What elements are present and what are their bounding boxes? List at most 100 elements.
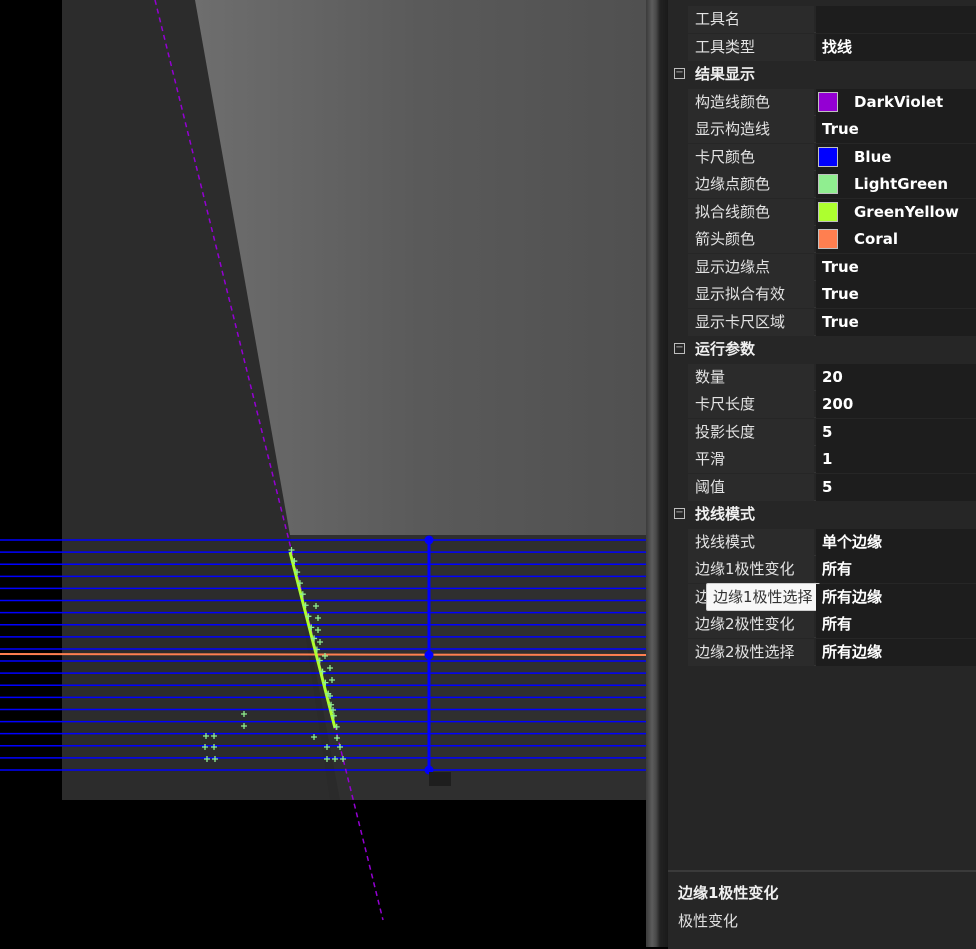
row-gutter — [668, 281, 688, 308]
category-0[interactable]: − 结果显示 — [668, 61, 976, 88]
property-row-0-8[interactable]: 显示卡尺区域 True — [668, 308, 976, 336]
property-row-0-3[interactable]: 边缘点颜色 LightGreen — [668, 171, 976, 198]
row-gutter — [668, 88, 688, 116]
splitter[interactable] — [646, 0, 668, 947]
property-row-1-2[interactable]: 投影长度 5 — [668, 418, 976, 446]
category-2[interactable]: − 找线模式 — [668, 501, 976, 528]
property-value[interactable]: True — [816, 281, 976, 308]
property-name-text: 显示拟合有效 — [695, 285, 786, 303]
row-gutter — [668, 6, 688, 33]
property-name: 显示卡尺区域 — [688, 308, 814, 336]
color-swatch — [818, 201, 838, 222]
property-row-0-5[interactable]: 箭头颜色 Coral — [668, 226, 976, 253]
property-name: 找线模式 — [688, 528, 814, 556]
property-value-text: 所有边缘 — [822, 587, 883, 606]
property-value[interactable]: True — [816, 116, 976, 143]
property-value[interactable]: 所有边缘 — [816, 583, 976, 611]
property-name: 边缘2极性选择 — [688, 638, 814, 666]
property-name-text: 拟合线颜色 — [695, 202, 771, 221]
property-row-2-3[interactable]: 边缘2极性变化 所有 — [668, 611, 976, 638]
property-row-1-4[interactable]: 阈值 5 — [668, 473, 976, 501]
row-gutter — [668, 116, 688, 143]
property-row-0-1[interactable]: 显示构造线 True — [668, 116, 976, 143]
property-row-1-0[interactable]: 数量 20 — [668, 363, 976, 391]
property-row-0-2[interactable]: 卡尺颜色 Blue — [668, 143, 976, 171]
property-value[interactable]: 所有 — [816, 611, 976, 638]
property-value[interactable]: 20 — [816, 363, 976, 391]
property-row-1-3[interactable]: 平滑 1 — [668, 446, 976, 473]
description-title: 边缘1极性变化 — [678, 884, 779, 902]
property-value[interactable]: Blue — [816, 143, 976, 171]
property-value-text: 找线 — [822, 37, 853, 56]
row-gutter — [668, 308, 688, 336]
property-value[interactable]: 5 — [816, 418, 976, 446]
property-value[interactable]: GreenYellow — [816, 198, 976, 226]
property-name: 工具名 — [688, 6, 814, 33]
property-name-text: 卡尺长度 — [695, 395, 756, 413]
property-value-text: True — [822, 257, 859, 276]
property-row-0-6[interactable]: 显示边缘点 True — [668, 253, 976, 281]
property-value[interactable]: LightGreen — [816, 171, 976, 198]
property-name-text: 阈值 — [695, 477, 726, 496]
property-row-1-1[interactable]: 卡尺长度 200 — [668, 391, 976, 418]
property-value-text: 1 — [822, 450, 833, 468]
property-value[interactable]: Coral — [816, 226, 976, 253]
property-name-text: 工具类型 — [695, 37, 756, 56]
property-value[interactable]: 所有 — [816, 556, 976, 583]
property-row-2-2[interactable]: 边缘1极性选择边缘1极性选择所有边缘 — [668, 582, 976, 611]
category-1[interactable]: − 运行参数 — [668, 336, 976, 363]
row-gutter — [668, 171, 688, 198]
property-value[interactable]: True — [816, 253, 976, 281]
image-canvas[interactable] — [0, 0, 646, 947]
property-value[interactable]: 找线 — [816, 33, 976, 61]
property-row-general-0[interactable]: 工具名 — [668, 6, 976, 33]
property-name-text: 显示边缘点 — [695, 257, 771, 276]
property-name-text: 箭头颜色 — [695, 230, 756, 248]
property-value[interactable]: 200 — [816, 391, 976, 418]
property-name: 平滑 — [688, 446, 814, 473]
property-name-text: 边缘2极性变化 — [695, 615, 795, 633]
property-value[interactable]: 单个边缘 — [816, 528, 976, 556]
property-name: 边缘点颜色 — [688, 171, 814, 198]
property-row-2-0[interactable]: 找线模式 单个边缘 — [668, 528, 976, 556]
property-name: 投影长度 — [688, 418, 814, 446]
property-value-text: True — [822, 120, 859, 138]
property-name-text: 边缘点颜色 — [695, 175, 771, 193]
description-text: 极性变化 — [678, 912, 739, 930]
collapse-toggle-icon[interactable]: − — [674, 508, 685, 519]
property-value[interactable]: 1 — [816, 446, 976, 473]
property-name: 边缘1极性选择边缘1极性选择 — [688, 582, 820, 611]
property-value[interactable]: 5 — [816, 473, 976, 501]
property-value[interactable]: DarkViolet — [816, 88, 976, 116]
row-gutter — [668, 253, 688, 281]
image-viewer[interactable] — [0, 0, 646, 947]
color-swatch — [818, 146, 838, 167]
property-name: 工具类型 — [688, 33, 814, 61]
property-value-text: GreenYellow — [854, 202, 959, 221]
property-value[interactable]: 所有边缘 — [816, 638, 976, 666]
property-row-2-1[interactable]: 边缘1极性变化 所有 — [668, 556, 976, 583]
property-value[interactable] — [816, 6, 976, 33]
color-swatch — [818, 91, 838, 112]
property-name-text: 平滑 — [695, 450, 726, 468]
property-name-text: 卡尺颜色 — [695, 147, 756, 166]
property-row-general-1[interactable]: 工具类型 找线 — [668, 33, 976, 61]
collapse-toggle-icon[interactable]: − — [674, 68, 685, 79]
row-gutter — [668, 418, 688, 446]
collapse-toggle-icon[interactable]: − — [674, 343, 685, 354]
property-row-0-4[interactable]: 拟合线颜色 GreenYellow — [668, 198, 976, 226]
row-gutter — [668, 198, 688, 226]
row-gutter — [668, 583, 688, 611]
property-name: 显示拟合有效 — [688, 281, 814, 308]
property-value[interactable]: True — [816, 308, 976, 336]
row-gutter — [668, 363, 688, 391]
property-row-0-0[interactable]: 构造线颜色 DarkViolet — [668, 88, 976, 116]
row-gutter — [668, 33, 688, 61]
property-value-text: 所有边缘 — [822, 642, 883, 661]
property-value-text: Blue — [854, 147, 892, 166]
category-title: 结果显示 — [695, 65, 756, 83]
property-row-2-4[interactable]: 边缘2极性选择 所有边缘 — [668, 638, 976, 666]
property-name-text: 投影长度 — [695, 422, 756, 441]
property-value-text: 20 — [822, 367, 843, 386]
property-row-0-7[interactable]: 显示拟合有效 True — [668, 281, 976, 308]
